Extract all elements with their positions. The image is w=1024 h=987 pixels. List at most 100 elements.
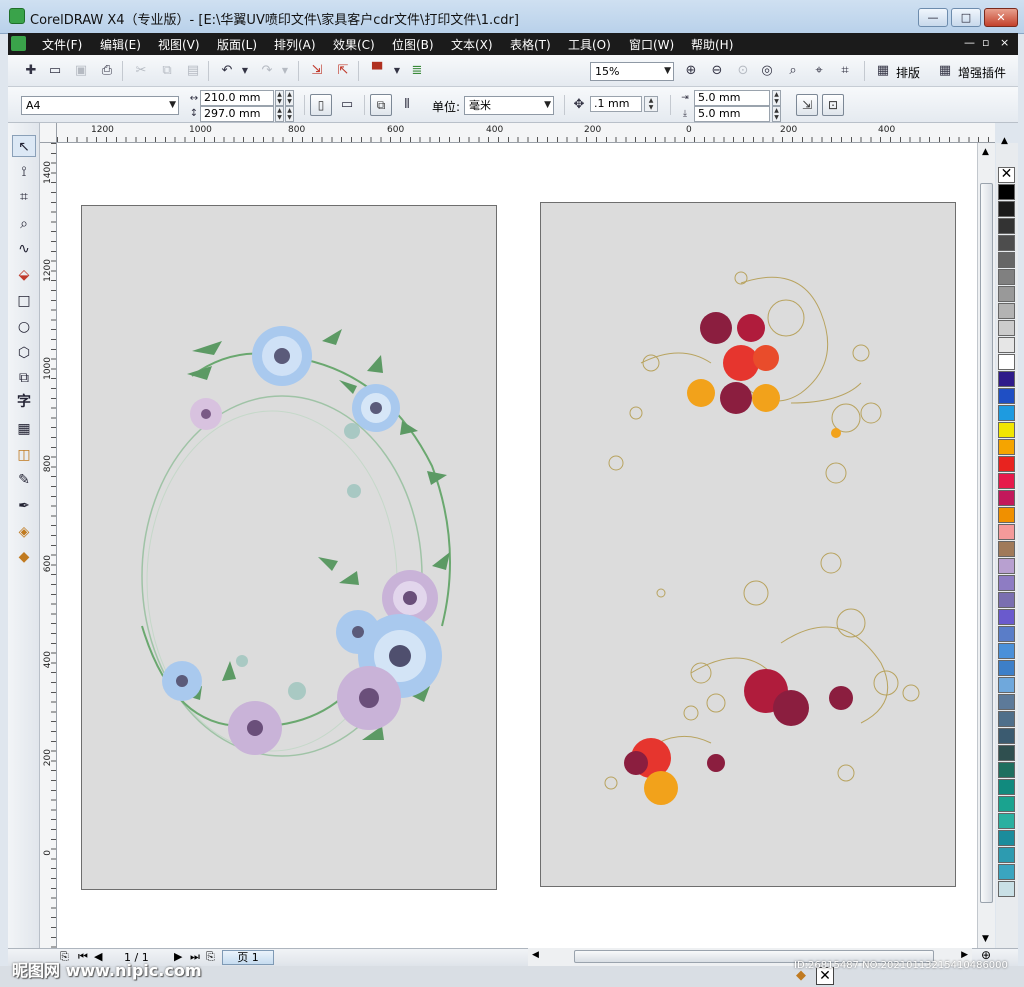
color-swatch[interactable]: [998, 235, 1015, 251]
menu-edit[interactable]: 编辑(E): [100, 36, 141, 53]
color-swatch[interactable]: [998, 541, 1015, 557]
no-color-swatch[interactable]: ✕: [998, 167, 1015, 183]
paste-icon[interactable]: ▤: [184, 62, 202, 80]
color-swatch[interactable]: [998, 728, 1015, 744]
dup-y-spin-button[interactable]: ▲ ▼: [772, 106, 781, 122]
nudge-distance-field[interactable]: .1 mm: [590, 96, 642, 112]
layout-plugin-icon[interactable]: ▦: [874, 62, 892, 80]
color-swatch[interactable]: [998, 371, 1015, 387]
launcher-dropdown-icon[interactable]: ▼: [388, 62, 406, 80]
height-spin-button-2[interactable]: ▲ ▼: [285, 106, 294, 122]
color-swatch[interactable]: [998, 745, 1015, 761]
color-swatch[interactable]: [998, 575, 1015, 591]
menu-help[interactable]: 帮助(H): [691, 36, 733, 53]
eyedropper-tool-icon[interactable]: ✎: [12, 469, 36, 491]
minimize-button[interactable]: —: [918, 8, 948, 27]
menu-arrange[interactable]: 排列(A): [274, 36, 316, 53]
color-swatch[interactable]: [998, 184, 1015, 200]
color-swatch[interactable]: [998, 320, 1015, 336]
page-tab-1[interactable]: 页 1: [222, 950, 274, 965]
color-swatch[interactable]: [998, 677, 1015, 693]
zoom-out-icon[interactable]: ⊖: [708, 62, 726, 80]
color-swatch[interactable]: [998, 405, 1015, 421]
color-swatch[interactable]: [998, 439, 1015, 455]
color-swatch[interactable]: [998, 881, 1015, 897]
color-swatch[interactable]: [998, 813, 1015, 829]
doc-close-button[interactable]: ×: [1000, 36, 1009, 49]
menu-window[interactable]: 窗口(W): [629, 36, 674, 53]
height-spin-button[interactable]: ▲ ▼: [275, 106, 284, 122]
scroll-left-icon[interactable]: ◀: [532, 950, 539, 960]
shape-tool-icon[interactable]: ⟟: [12, 161, 36, 183]
page-left-wreath-artwork[interactable]: [81, 205, 497, 890]
color-swatch[interactable]: [998, 558, 1015, 574]
polygon-tool-icon[interactable]: ⬡: [12, 342, 36, 364]
menu-bitmaps[interactable]: 位图(B): [392, 36, 434, 53]
color-swatch[interactable]: [998, 422, 1015, 438]
cut-icon[interactable]: ✂: [132, 62, 150, 80]
redo-icon[interactable]: ↷: [258, 62, 276, 80]
page-right-floral-artwork[interactable]: [540, 202, 956, 887]
interactive-blend-tool-icon[interactable]: ◫: [12, 444, 36, 466]
copy-icon[interactable]: ⧉: [158, 62, 176, 80]
ellipse-tool-icon[interactable]: ○: [12, 316, 36, 338]
save-icon[interactable]: ▣: [72, 62, 90, 80]
fill-tool-icon[interactable]: ◈: [12, 521, 36, 543]
color-swatch[interactable]: [998, 354, 1015, 370]
redo-dropdown-icon[interactable]: ▼: [276, 62, 294, 80]
crop-tool-icon[interactable]: ⌗: [12, 186, 36, 208]
open-folder-icon[interactable]: ▭: [46, 62, 64, 80]
pick-tool-icon[interactable]: ↖: [12, 135, 36, 157]
color-swatch[interactable]: [998, 337, 1015, 353]
color-swatch[interactable]: [998, 286, 1015, 302]
import-icon[interactable]: ⇲: [308, 62, 326, 80]
color-swatch[interactable]: [998, 456, 1015, 472]
drawing-canvas[interactable]: [57, 143, 995, 948]
paper-size-combo[interactable]: A4 ▼: [21, 96, 179, 115]
maximize-button[interactable]: □: [951, 8, 981, 27]
undo-dropdown-icon[interactable]: ▼: [236, 62, 254, 80]
zoom-in-icon[interactable]: ⊕: [682, 62, 700, 80]
print-icon[interactable]: ⎙: [98, 62, 116, 80]
zoom-page-icon[interactable]: ⌕: [784, 62, 802, 80]
current-page-icon[interactable]: ⫴: [398, 96, 416, 114]
zoom-page-height-icon[interactable]: ⌗: [836, 62, 854, 80]
color-swatch[interactable]: [998, 303, 1015, 319]
zoom-level-combo[interactable]: 15% ▼: [590, 62, 674, 81]
color-swatch[interactable]: [998, 507, 1015, 523]
export-icon[interactable]: ⇱: [334, 62, 352, 80]
units-combo[interactable]: 毫米 ▼: [464, 96, 554, 115]
scroll-down-icon[interactable]: ▼: [982, 934, 989, 944]
doc-minimize-button[interactable]: —: [964, 36, 975, 49]
color-swatch[interactable]: [998, 660, 1015, 676]
zoom-selected-icon[interactable]: ⊙: [734, 62, 752, 80]
menu-table[interactable]: 表格(T): [510, 36, 551, 53]
duplicate-distance-x-field[interactable]: 5.0 mm: [694, 90, 770, 106]
rectangle-tool-icon[interactable]: □: [12, 290, 36, 312]
portrait-icon[interactable]: ▯: [310, 94, 332, 116]
color-swatch[interactable]: [998, 626, 1015, 642]
menu-layout[interactable]: 版面(L): [217, 36, 257, 53]
table-tool-icon[interactable]: ▦: [12, 418, 36, 440]
color-swatch[interactable]: [998, 779, 1015, 795]
snap-to-icon[interactable]: ⊡: [822, 94, 844, 116]
treat-as-filled-icon[interactable]: ⇲: [796, 94, 818, 116]
new-document-icon[interactable]: ✚: [22, 62, 40, 80]
width-spin-button-2[interactable]: ▲ ▼: [285, 90, 294, 106]
menu-tools[interactable]: 工具(O): [568, 36, 611, 53]
palette-scroll-up-icon[interactable]: ▲: [1001, 136, 1008, 146]
color-swatch[interactable]: [998, 218, 1015, 234]
duplicate-distance-y-field[interactable]: 5.0 mm: [694, 106, 770, 122]
menu-effects[interactable]: 效果(C): [333, 36, 375, 53]
freehand-tool-icon[interactable]: ∿: [12, 238, 36, 260]
application-launcher-icon[interactable]: ▀: [368, 62, 386, 80]
page-width-field[interactable]: 210.0 mm: [200, 90, 274, 106]
add-page-after-icon[interactable]: ⎘: [206, 950, 215, 964]
doc-restore-button[interactable]: ▫: [982, 36, 989, 49]
close-button[interactable]: ✕: [984, 8, 1018, 27]
color-swatch[interactable]: [998, 609, 1015, 625]
scroll-right-icon[interactable]: ▶: [961, 950, 968, 960]
dup-x-spin-button[interactable]: ▲ ▼: [772, 90, 781, 106]
color-swatch[interactable]: [998, 847, 1015, 863]
layout-button[interactable]: 排版: [896, 64, 920, 81]
